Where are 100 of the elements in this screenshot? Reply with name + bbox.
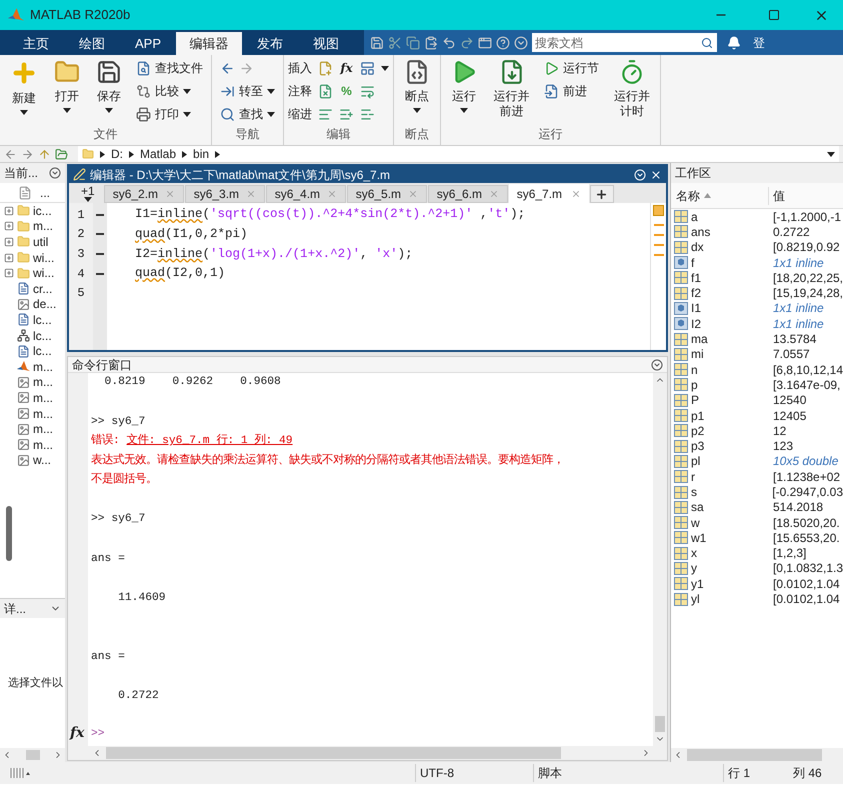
folder-item[interactable]: m... <box>0 390 65 406</box>
folder-item[interactable]: m... <box>0 406 65 422</box>
close-icon[interactable] <box>650 168 662 180</box>
folder-item[interactable]: ic... <box>0 203 65 219</box>
editor-tab[interactable]: sy6_4.m <box>266 185 346 203</box>
vertical-scrollbar[interactable] <box>653 373 667 746</box>
folder-item[interactable]: w... <box>0 452 65 468</box>
folder-item[interactable]: m... <box>0 421 65 437</box>
expand-icon[interactable] <box>4 221 14 232</box>
expand-icon[interactable] <box>4 236 14 247</box>
variable-row[interactable]: dx [0.8219,0.92 <box>671 240 843 255</box>
variable-row[interactable]: n [6,8,10,12,14 <box>671 362 843 378</box>
expand-icon[interactable] <box>4 268 14 278</box>
toolstrip-button[interactable]: 保存 <box>90 59 128 125</box>
toolstrip-button[interactable]: 查找 <box>216 105 279 123</box>
menu-icon[interactable] <box>651 358 663 370</box>
folder-item[interactable]: m... <box>0 358 65 375</box>
toolstrip-button[interactable]: 打印 <box>132 105 207 123</box>
variable-row[interactable]: I1 1x1 inline <box>671 300 843 316</box>
toolstrip-button[interactable]: 运行 <box>445 59 483 125</box>
scroll-thumb[interactable] <box>106 747 561 759</box>
ribbon-tab[interactable]: APP <box>120 32 176 55</box>
separator-arrow-icon[interactable] <box>182 150 188 158</box>
address-field[interactable]: D: Matlab bin <box>78 146 839 162</box>
folder-item[interactable]: de... <box>0 296 65 312</box>
toolstrip-button[interactable]: 转至 <box>216 82 279 100</box>
column-header[interactable]: 名称 <box>671 186 769 204</box>
toolstrip-button[interactable]: 前进 <box>540 82 604 100</box>
separator-arrow-icon[interactable] <box>215 150 220 158</box>
error-link[interactable]: 文件: sy6_7.m 行: 1 列: 49 <box>126 435 293 448</box>
variable-row[interactable]: w [18.5020,20. <box>671 514 843 530</box>
expand-icon[interactable] <box>4 206 14 216</box>
bell-icon[interactable] <box>727 36 741 50</box>
path-segment[interactable]: bin <box>193 145 210 163</box>
ribbon-tab[interactable]: 发布 <box>242 32 298 55</box>
back-arrow-icon[interactable] <box>4 148 17 160</box>
paste-icon[interactable] <box>424 36 438 50</box>
variable-row[interactable]: w1 [15.6553,20. <box>671 530 843 546</box>
window-icon[interactable] <box>478 36 492 50</box>
toolstrip-button[interactable]: 比较 <box>132 82 207 100</box>
toolstrip-button[interactable]: 运行并前进 <box>487 59 536 125</box>
folder-item[interactable]: util <box>0 234 65 250</box>
menu-icon[interactable] <box>49 167 61 179</box>
search-icon[interactable] <box>697 33 717 52</box>
help-icon[interactable] <box>496 36 510 50</box>
folder-item[interactable]: m... <box>0 374 65 390</box>
variable-row[interactable]: f2 [15,19,24,28, <box>671 285 843 301</box>
variable-row[interactable]: p2 12 <box>671 423 843 438</box>
editor-tab[interactable]: sy6_2.m <box>104 185 184 203</box>
folder-item[interactable]: lc... <box>0 343 65 359</box>
dash-marker-icon[interactable] <box>96 214 104 216</box>
path-segment[interactable]: Matlab <box>140 145 176 163</box>
variable-row[interactable]: yl [0.0102,1.04 <box>671 591 843 607</box>
separator-arrow-icon[interactable] <box>100 150 105 158</box>
cut-icon[interactable] <box>388 36 402 50</box>
undo-icon[interactable] <box>442 36 456 50</box>
editor-tab[interactable]: sy6_3.m <box>184 185 265 203</box>
toolstrip-button[interactable]: 新建 <box>4 59 44 125</box>
overflow-tab[interactable]: +1 <box>73 185 103 203</box>
horizontal-scrollbar[interactable] <box>0 748 65 762</box>
editor-tab[interactable]: sy6_6.m <box>428 185 508 203</box>
details-dropdown[interactable]: 详... <box>0 598 65 618</box>
variable-row[interactable]: p3 123 <box>671 438 843 454</box>
maximize-icon[interactable] <box>768 9 780 21</box>
expand-icon[interactable] <box>4 252 14 263</box>
folder-item[interactable]: wi... <box>0 250 65 266</box>
variable-row[interactable]: ma 13.5784 <box>671 331 843 347</box>
variable-row[interactable]: r [1.1238e+02 <box>671 469 843 484</box>
scroll-thumb[interactable] <box>687 749 822 761</box>
dash-marker-icon[interactable] <box>96 272 104 275</box>
folder-item[interactable]: m... <box>0 218 65 234</box>
variable-row[interactable]: a [-1,1.2000,-1 <box>671 209 843 224</box>
function-browser-button[interactable]: fx <box>68 723 88 744</box>
horizontal-scrollbar[interactable] <box>671 748 843 762</box>
toolstrip-button[interactable]: 运行节 <box>540 59 604 77</box>
variable-row[interactable]: mi 7.0557 <box>671 346 843 362</box>
variable-row[interactable]: p [3.1647e-09, <box>671 377 843 393</box>
save-icon[interactable] <box>370 36 384 50</box>
sign-in-link[interactable]: 登 <box>753 34 765 52</box>
variable-row[interactable]: f 1x1 inline <box>671 254 843 270</box>
browse-folder-icon[interactable] <box>55 148 68 160</box>
variable-row[interactable]: f1 [18,20,22,25, <box>671 270 843 286</box>
variable-row[interactable]: p1 12405 <box>671 408 843 424</box>
variable-row[interactable]: I2 1x1 inline <box>671 316 843 332</box>
dash-marker-icon[interactable] <box>96 233 104 236</box>
redo-icon[interactable] <box>460 36 474 50</box>
variable-row[interactable]: pl 10x5 double <box>671 454 843 470</box>
scroll-thumb[interactable] <box>26 750 40 760</box>
search-field[interactable]: 搜索文档 <box>532 33 697 52</box>
variable-row[interactable]: sa 514.2018 <box>671 500 843 515</box>
folder-item[interactable]: lc... <box>0 328 65 344</box>
column-header[interactable]: 值 <box>769 186 785 204</box>
ribbon-tab[interactable]: 视图 <box>298 32 354 55</box>
dash-marker-icon[interactable] <box>96 252 104 255</box>
toolstrip-button[interactable]: 运行并计时 <box>607 59 656 125</box>
variable-row[interactable]: x [1,2,3] <box>671 546 843 561</box>
variable-row[interactable]: ans 0.2722 <box>671 224 843 240</box>
variable-row[interactable]: P 12540 <box>671 392 843 408</box>
new-tab-button[interactable] <box>590 185 614 203</box>
horizontal-scrollbar[interactable] <box>68 746 667 760</box>
